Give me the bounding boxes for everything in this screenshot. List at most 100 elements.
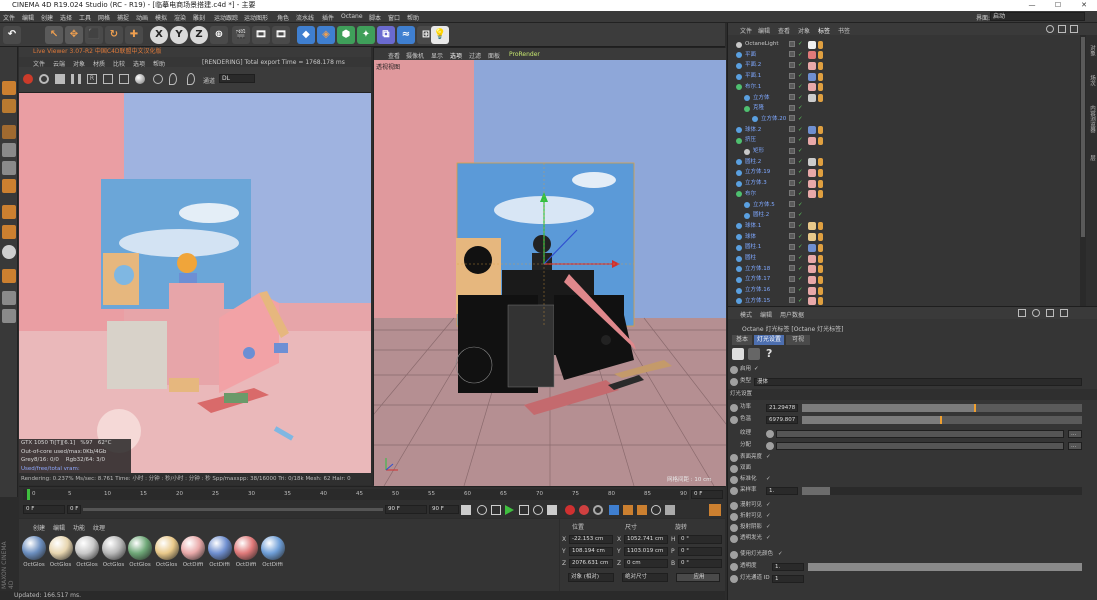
enabled-check-icon[interactable]: ✓ xyxy=(798,264,803,275)
visibility-dots[interactable] xyxy=(789,40,795,47)
cube-object-icon[interactable]: ◆ xyxy=(297,26,315,44)
checkbox[interactable]: ✓ xyxy=(766,452,771,463)
restart-render-icon[interactable] xyxy=(39,74,49,84)
material-tag-icon[interactable] xyxy=(808,297,816,306)
mat-menu-create[interactable]: 创建 xyxy=(33,523,45,532)
object-row[interactable]: 圆柱.2 ✓ xyxy=(728,157,1080,168)
object-row[interactable]: 立方体.19 ✓ xyxy=(728,167,1080,178)
octane-tag-icon[interactable] xyxy=(818,254,823,263)
octane-tag-icon[interactable] xyxy=(818,83,823,92)
visibility-dots[interactable] xyxy=(789,179,795,186)
object-name[interactable]: OctaneLight xyxy=(745,39,778,50)
y-axis-icon[interactable]: Y xyxy=(170,26,188,44)
select-tool-icon[interactable]: ↖ xyxy=(45,26,63,44)
object-row[interactable]: 球体 ✓ xyxy=(728,232,1080,243)
object-name[interactable]: 矩形 xyxy=(753,146,764,157)
menu-plugins[interactable]: 插件 xyxy=(322,13,334,22)
object-row[interactable]: 矩形 ✓ xyxy=(728,146,1080,157)
tab-takes[interactable]: 场次 xyxy=(1088,75,1096,86)
prev-key-icon[interactable] xyxy=(477,505,487,515)
object-name[interactable]: 平面.1 xyxy=(745,71,761,82)
stop-render-icon[interactable] xyxy=(55,74,65,84)
preview-range-bar[interactable] xyxy=(83,508,383,511)
enabled-check-icon[interactable]: ✓ xyxy=(798,114,803,125)
help-icon[interactable]: ? xyxy=(766,347,772,360)
use-light-color-anim-icon[interactable] xyxy=(730,550,738,559)
attr-slider[interactable] xyxy=(802,403,1082,412)
octane-tag-icon[interactable] xyxy=(818,275,823,284)
material-swatch[interactable] xyxy=(22,536,46,560)
preview-end-field[interactable]: 90 F xyxy=(385,505,427,514)
material-swatch[interactable] xyxy=(75,536,99,560)
undo-button[interactable]: ↶ xyxy=(3,26,21,44)
object-name[interactable]: 立方体.20 xyxy=(761,114,786,125)
octane-tag-icon[interactable] xyxy=(818,190,823,199)
visibility-dots[interactable] xyxy=(789,136,795,143)
vp-menu-view[interactable]: 查看 xyxy=(388,51,400,60)
render-picture-viewer-icon[interactable]: 🎞 xyxy=(252,26,270,44)
enabled-check-icon[interactable]: ✓ xyxy=(798,71,803,82)
pla-key-icon[interactable] xyxy=(665,505,675,515)
focus-icon[interactable] xyxy=(187,73,195,85)
goto-start-icon[interactable] xyxy=(461,505,471,515)
material-tag-icon[interactable] xyxy=(808,243,816,252)
grid-icon[interactable] xyxy=(2,291,16,305)
object-name[interactable]: 挤压 xyxy=(745,135,756,146)
subdivision-icon[interactable]: ⬢ xyxy=(337,26,355,44)
anim-icon[interactable] xyxy=(730,501,738,510)
enabled-check-icon[interactable]: ✓ xyxy=(798,189,803,200)
polygons-mode-icon[interactable] xyxy=(2,179,16,193)
close-button[interactable]: ✕ xyxy=(1071,0,1097,11)
live-render-image[interactable]: GTX 1050 Ti[T][6.1] %97 62°C Out-of-core… xyxy=(19,93,371,485)
octane-tag-icon[interactable] xyxy=(818,297,823,306)
enabled-check-icon[interactable]: ✓ xyxy=(798,210,803,221)
channel-select[interactable]: DL xyxy=(219,74,255,83)
timeline-window-icon[interactable] xyxy=(709,504,721,516)
transparency-field[interactable]: 1. xyxy=(772,562,804,571)
menu-mesh[interactable]: 网格 xyxy=(98,13,110,22)
floor-icon[interactable]: ≈ xyxy=(397,26,415,44)
visibility-dots[interactable] xyxy=(789,168,795,175)
octane-tag-icon[interactable] xyxy=(818,126,823,135)
menu-tools[interactable]: 工具 xyxy=(79,13,91,22)
octane-tag-icon[interactable] xyxy=(818,72,823,81)
enabled-check-icon[interactable]: ✓ xyxy=(798,93,803,104)
coord-size-field[interactable]: 1103.019 cm xyxy=(624,547,668,556)
material-swatch[interactable] xyxy=(207,536,232,560)
octane-tag-icon[interactable] xyxy=(818,222,823,231)
octane-tag-icon[interactable] xyxy=(818,158,823,167)
scale-tool-icon[interactable]: ⬛ xyxy=(85,26,103,44)
object-row[interactable]: 立方体.16 ✓ xyxy=(728,285,1080,296)
octane-tag-icon[interactable] xyxy=(818,265,823,274)
tab-layers[interactable]: 层 xyxy=(1088,155,1096,161)
auto-key-icon[interactable] xyxy=(579,505,589,515)
material-swatch[interactable] xyxy=(181,536,205,560)
texture-field[interactable] xyxy=(776,429,1064,438)
attr-value-field[interactable]: 21.29478 xyxy=(766,403,798,412)
om-menu-tags[interactable]: 标签 xyxy=(818,26,830,35)
material-tag-icon[interactable] xyxy=(808,233,816,242)
material-swatch[interactable] xyxy=(234,536,258,560)
checkbox[interactable]: ✓ xyxy=(766,474,771,485)
object-name[interactable]: 立方体.15 xyxy=(745,296,770,306)
object-row[interactable]: 平面 ✓ xyxy=(728,50,1080,61)
texture-mode-icon[interactable] xyxy=(2,99,16,113)
transparency-slider[interactable] xyxy=(808,562,1082,571)
size-mode-select[interactable]: 绝对尺寸 xyxy=(622,573,668,582)
tab-visibility[interactable]: 可视 xyxy=(786,335,810,345)
lock-icon[interactable] xyxy=(1046,309,1054,317)
enabled-check-icon[interactable]: ✓ xyxy=(798,274,803,285)
am-menu-edit[interactable]: 编辑 xyxy=(760,310,772,319)
object-name[interactable]: 立方体.18 xyxy=(745,264,770,275)
enabled-check-icon[interactable]: ✓ xyxy=(798,167,803,178)
snap-icon[interactable] xyxy=(2,245,16,259)
object-name[interactable]: 平面.2 xyxy=(745,60,761,71)
visibility-dots[interactable] xyxy=(789,211,795,218)
distribution-field[interactable] xyxy=(776,441,1064,450)
coord-rotation-field[interactable]: 0 ° xyxy=(678,547,722,556)
material-tag-icon[interactable] xyxy=(808,83,816,92)
am-menu-userdata[interactable]: 用户数据 xyxy=(780,310,804,319)
material-tag-icon[interactable] xyxy=(808,222,816,231)
coordinate-system-icon[interactable]: ⊕ xyxy=(210,26,228,44)
menu-script[interactable]: 脚本 xyxy=(369,13,381,22)
